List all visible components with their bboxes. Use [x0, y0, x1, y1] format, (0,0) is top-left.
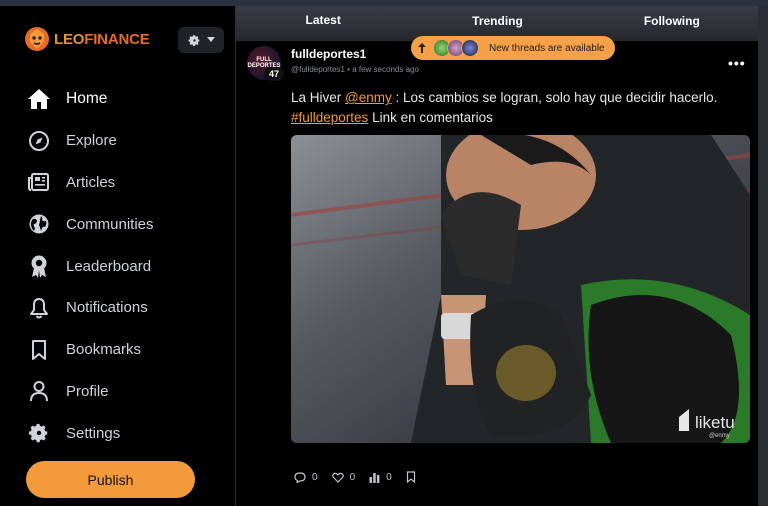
- sidebar-item-bookmarks[interactable]: Bookmarks: [26, 329, 154, 371]
- bookmark-icon: [26, 337, 52, 363]
- newspaper-icon: [26, 169, 52, 195]
- sidebar-nav: Home Explore Articles Communities Leader…: [26, 78, 154, 454]
- arrow-up-icon: [418, 43, 426, 53]
- sidebar-item-label: Home: [66, 89, 108, 107]
- watermark-text: liketu: [695, 413, 735, 432]
- user-icon: [26, 378, 52, 404]
- sidebar-item-label: Notifications: [66, 299, 148, 317]
- logo-text: LEOFINANCE: [54, 31, 150, 48]
- post-body: La Hiver @enmy : Los cambios se logran, …: [291, 88, 746, 128]
- sidebar-item-settings[interactable]: Settings: [26, 412, 154, 454]
- more-options-icon[interactable]: •••: [728, 55, 746, 71]
- sidebar-item-label: Articles: [66, 173, 116, 191]
- medal-icon: [26, 253, 52, 279]
- bar-chart-icon: [369, 472, 380, 483]
- banner-text: New threads are available: [489, 42, 605, 54]
- theme-settings-dropdown[interactable]: [178, 27, 224, 53]
- post-author[interactable]: fulldeportes1: [291, 47, 366, 61]
- sidebar-item-label: Settings: [66, 424, 121, 442]
- views-count: 0: [386, 471, 392, 483]
- comment-icon: [294, 471, 306, 483]
- sidebar-item-leaderboard[interactable]: Leaderboard: [26, 245, 154, 287]
- sidebar-item-profile[interactable]: Profile: [26, 371, 154, 413]
- sidebar-item-articles[interactable]: Articles: [26, 162, 154, 204]
- mention-link[interactable]: @enmy: [345, 90, 392, 105]
- compass-icon: [26, 128, 52, 154]
- logo-finance-text: FINANCE: [84, 30, 150, 48]
- scrollbar[interactable]: [758, 6, 768, 506]
- main-feed: Latest Trending Following FULL DEPORTES …: [235, 6, 760, 506]
- sidebar-item-home[interactable]: Home: [26, 78, 154, 120]
- athlete-image: liketu @enmy: [291, 135, 750, 443]
- post-time: a few seconds ago: [352, 65, 419, 74]
- post-video-thumbnail[interactable]: liketu @enmy: [291, 135, 750, 443]
- new-threads-banner[interactable]: New threads are available: [411, 36, 615, 60]
- reputation-badge: 47: [264, 67, 284, 81]
- banner-avatars: [431, 39, 479, 57]
- post-text-mid: : Los cambios se logran, solo hay que de…: [391, 90, 718, 105]
- sidebar-item-label: Leaderboard: [66, 257, 152, 275]
- post-text-prefix: La Hiver: [291, 90, 346, 105]
- leofinance-logo[interactable]: LEOFINANCE: [24, 26, 150, 52]
- post-text-suffix: Link en comentarios: [368, 110, 493, 125]
- gear-icon: [188, 34, 199, 46]
- heart-icon: [331, 472, 344, 483]
- bookmark-action[interactable]: [406, 471, 416, 483]
- publish-button[interactable]: Publish: [26, 461, 195, 498]
- sidebar: LEOFINANCE Home Explore Articles Communi…: [0, 6, 234, 506]
- hashtag-link[interactable]: #fulldeportes: [291, 110, 368, 125]
- sidebar-item-label: Bookmarks: [66, 341, 142, 359]
- settings-icon: [26, 420, 52, 446]
- views-action[interactable]: 0: [369, 472, 392, 483]
- bell-icon: [26, 295, 52, 321]
- globe-icon: [26, 211, 52, 237]
- lion-logo-icon: [25, 27, 49, 51]
- caret-down-icon: [206, 37, 215, 42]
- sidebar-item-label: Profile: [66, 382, 109, 400]
- tab-following[interactable]: Following: [585, 6, 759, 41]
- comment-count: 0: [312, 471, 318, 483]
- sidebar-item-communities[interactable]: Communities: [26, 203, 154, 245]
- post-actions: 0 0 0: [294, 471, 416, 483]
- home-icon: [26, 86, 52, 112]
- tab-latest[interactable]: Latest: [236, 6, 410, 41]
- sidebar-item-label: Explore: [66, 132, 117, 150]
- sidebar-item-label: Communities: [66, 215, 154, 233]
- sidebar-item-explore[interactable]: Explore: [26, 120, 154, 162]
- comment-action[interactable]: 0: [294, 472, 318, 483]
- like-count: 0: [349, 471, 356, 483]
- sidebar-item-notifications[interactable]: Notifications: [26, 287, 154, 329]
- post-meta: @fulldeportes1 • a few seconds ago: [291, 65, 419, 74]
- bookmark-icon: [406, 471, 415, 483]
- avatar: [461, 39, 479, 57]
- logo-leo-text: LEO: [54, 30, 85, 48]
- watermark-sub: @enmy: [709, 433, 730, 439]
- like-action[interactable]: 0: [331, 471, 356, 483]
- post-handle[interactable]: @fulldeportes1: [291, 65, 345, 74]
